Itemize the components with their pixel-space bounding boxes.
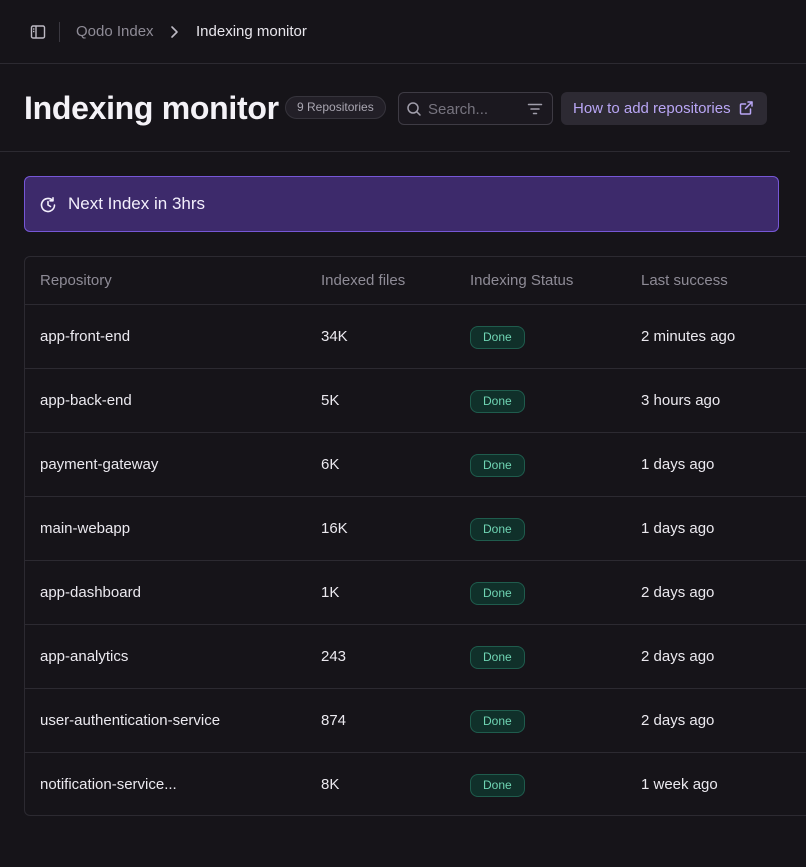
column-header-indexing-status[interactable]: Indexing Status	[470, 272, 573, 290]
last-success: 1 week ago	[641, 776, 718, 793]
status-cell: Done	[470, 774, 525, 797]
page-header: Indexing monitor 9 Repositories How to a…	[0, 64, 790, 152]
repo-name[interactable]: payment-gateway	[40, 455, 158, 475]
how-to-add-repositories-button[interactable]: How to add repositories	[561, 92, 767, 125]
status-cell: Done	[470, 646, 525, 669]
table-row[interactable]: notification-service... 8K Done 1 week ago	[25, 753, 806, 815]
search-box[interactable]	[398, 92, 553, 125]
repo-name[interactable]: main-webapp	[40, 519, 130, 539]
last-success: 1 days ago	[641, 456, 715, 473]
last-success: 2 days ago	[641, 584, 715, 601]
indexed-files: 8K	[321, 776, 340, 793]
last-success: 3 hours ago	[641, 392, 721, 409]
last-success: 2 minutes ago	[641, 328, 736, 345]
repo-count-badge: 9 Repositories	[285, 96, 386, 119]
table-row[interactable]: app-dashboard 1K Done 2 days ago	[25, 561, 806, 625]
clock-refresh-icon	[39, 196, 57, 214]
status-cell: Done	[470, 454, 525, 477]
status-badge: Done	[470, 454, 525, 477]
status-badge: Done	[470, 518, 525, 541]
page-title: Indexing monitor	[24, 90, 279, 126]
indexed-files: 874	[321, 712, 347, 729]
repo-name[interactable]: app-dashboard	[40, 583, 141, 603]
repositories-table: Repository Indexed files Indexing Status…	[24, 256, 806, 816]
repo-name[interactable]: app-analytics	[40, 647, 128, 667]
status-cell: Done	[470, 326, 525, 349]
table-row[interactable]: app-analytics 243 Done 2 days ago	[25, 625, 806, 689]
repo-name[interactable]: notification-service...	[40, 775, 177, 795]
indexed-files: 6K	[321, 456, 340, 473]
status-cell: Done	[470, 390, 525, 413]
repo-name[interactable]: app-back-end	[40, 391, 132, 411]
filter-icon[interactable]	[527, 101, 543, 117]
search-icon	[406, 101, 422, 117]
indexed-files: 34K	[321, 328, 348, 345]
divider	[59, 22, 60, 42]
status-badge: Done	[470, 774, 525, 797]
table-row[interactable]: payment-gateway 6K Done 1 days ago	[25, 433, 806, 497]
chevron-right-icon	[166, 22, 182, 42]
table-row[interactable]: app-front-end 34K Done 2 minutes ago	[25, 305, 806, 369]
repo-name[interactable]: user-authentication-service	[40, 711, 220, 731]
breadcrumb-root-link[interactable]: Qodo Index	[76, 22, 154, 42]
search-input[interactable]	[428, 99, 520, 119]
last-success: 2 days ago	[641, 712, 715, 729]
status-badge: Done	[470, 582, 525, 605]
status-cell: Done	[470, 582, 525, 605]
external-link-icon	[738, 100, 754, 116]
table-row[interactable]: user-authentication-service 874 Done 2 days…	[25, 689, 806, 753]
last-success: 1 days ago	[641, 520, 715, 537]
table-row[interactable]: main-webapp 16K Done 1 days ago	[25, 497, 806, 561]
sidebar-toggle-icon[interactable]	[28, 22, 48, 42]
status-badge: Done	[470, 390, 525, 413]
indexed-files: 16K	[321, 520, 348, 537]
column-header-last-success[interactable]: Last success	[641, 272, 728, 290]
repo-name[interactable]: app-front-end	[40, 327, 130, 347]
indexed-files: 243	[321, 648, 347, 665]
status-badge: Done	[470, 646, 525, 669]
last-success: 2 days ago	[641, 648, 715, 665]
banner-text: Next Index in 3hrs	[68, 194, 206, 213]
how-to-add-repositories-label: How to add repositories	[573, 99, 731, 117]
indexed-files: 5K	[321, 392, 340, 409]
status-badge: Done	[470, 710, 525, 733]
top-bar: Qodo Index Indexing monitor	[0, 0, 806, 64]
status-badge: Done	[470, 326, 525, 349]
status-cell: Done	[470, 518, 525, 541]
table-header: Repository Indexed files Indexing Status…	[25, 257, 806, 305]
status-cell: Done	[470, 710, 525, 733]
table-row[interactable]: app-back-end 5K Done 3 hours ago	[25, 369, 806, 433]
indexed-files: 1K	[321, 584, 340, 601]
column-header-repository[interactable]: Repository	[40, 272, 112, 290]
breadcrumb-current: Indexing monitor	[196, 23, 307, 40]
column-header-indexed-files[interactable]: Indexed files	[321, 272, 405, 290]
next-index-banner: Next Index in 3hrs	[24, 176, 779, 232]
